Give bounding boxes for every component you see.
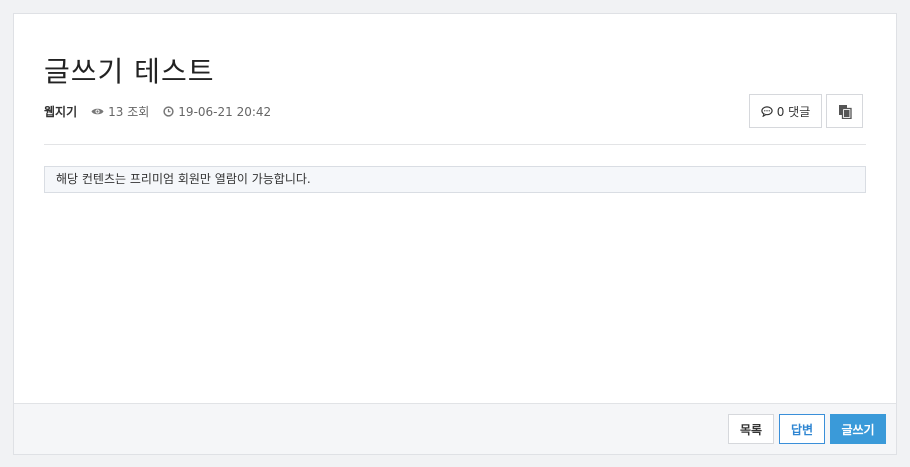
comment-button[interactable]: 0 댓글 (749, 94, 822, 128)
post-actions: 0 댓글 (749, 94, 863, 128)
reply-button[interactable]: 답변 (779, 414, 825, 444)
views-text: 13 조회 (108, 105, 150, 119)
post-footer: 목록 답변 글쓰기 (14, 403, 896, 454)
copy-button[interactable] (826, 94, 863, 128)
date-text: 19-06-21 20:42 (178, 104, 272, 119)
post-author[interactable]: 웹지기 (44, 103, 77, 120)
comment-label: 0 댓글 (776, 104, 811, 119)
views-count: 13 조회 (91, 103, 149, 120)
clock-icon (163, 106, 174, 117)
post-title: 글쓰기 테스트 (44, 55, 215, 88)
write-button[interactable]: 글쓰기 (830, 414, 886, 444)
post-card: 글쓰기 테스트 웹지기 13 조회 19-06-21 20:42 0 댓글 해당… (13, 13, 897, 455)
comment-icon (761, 105, 773, 117)
eye-icon (91, 108, 104, 115)
header-divider (44, 144, 866, 145)
post-meta: 웹지기 13 조회 19-06-21 20:42 (44, 103, 285, 120)
list-button[interactable]: 목록 (728, 414, 774, 444)
copy-icon (838, 104, 852, 119)
footer-buttons: 목록 답변 글쓰기 (728, 414, 886, 444)
post-date: 19-06-21 20:42 (163, 105, 271, 119)
premium-notice: 해당 컨텐츠는 프리미엄 회원만 열람이 가능합니다. (44, 166, 866, 193)
